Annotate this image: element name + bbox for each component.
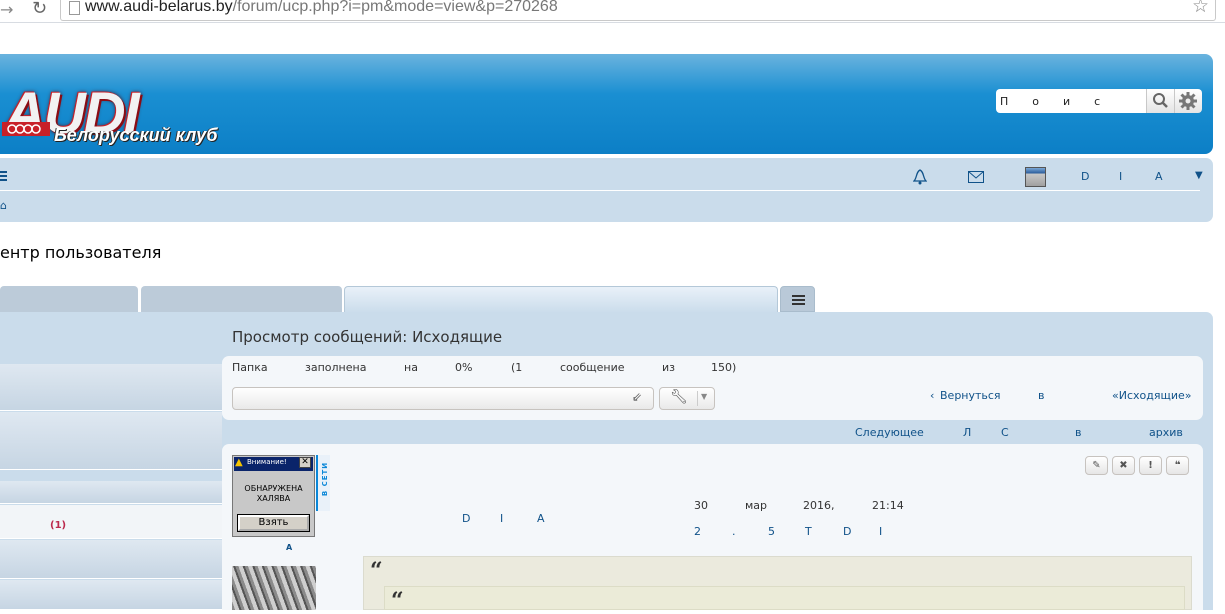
online-indicator: В СЕТИ xyxy=(316,455,330,511)
mark-select[interactable]: ⇙ xyxy=(232,387,654,410)
close-icon: ✕ xyxy=(299,457,311,468)
logo-subtitle: Белорусский клуб xyxy=(54,125,218,145)
url-path: /forum/ucp.php?i=pm&mode=view&p=270268 xyxy=(232,0,558,15)
folder-status-word: сообщение xyxy=(560,361,625,374)
tools-dropdown-button[interactable]: 🔧︎ ▼ xyxy=(659,387,715,410)
warning-icon: ▲ xyxy=(235,457,243,468)
tab[interactable] xyxy=(141,286,342,312)
car-word: T xyxy=(805,525,812,538)
back-link-word[interactable]: «Исходящие» xyxy=(1112,389,1191,402)
caret-down-icon: ▼ xyxy=(701,392,708,401)
edit-button[interactable]: ✎ xyxy=(1085,456,1108,475)
car-word: 5 xyxy=(768,525,775,538)
author-letter[interactable]: A xyxy=(537,512,545,525)
gear-icon xyxy=(1179,92,1197,110)
sidebar-item[interactable] xyxy=(0,580,222,610)
popup-title: Внимание! xyxy=(247,458,287,466)
navbar-divider xyxy=(0,190,1200,191)
page-title: ентр пользователя xyxy=(0,243,162,262)
popup-button: Взять xyxy=(237,514,310,532)
car-word: D xyxy=(843,525,852,538)
next-link-word[interactable]: в xyxy=(1075,426,1081,439)
folder-status-word: заполнена xyxy=(305,361,367,374)
delete-button[interactable]: ✖ xyxy=(1112,456,1135,475)
url-host: www.audi-belarus.by xyxy=(85,0,233,15)
popup-message: ОБНАРУЖЕНА ХАЛЯВА xyxy=(233,484,314,504)
report-button[interactable]: ! xyxy=(1139,456,1162,475)
folder-status-word: (1 xyxy=(511,361,523,374)
search-button[interactable] xyxy=(1146,89,1174,113)
reload-icon[interactable]: ↻ xyxy=(32,0,47,19)
post-date-word: 30 xyxy=(694,499,708,512)
chevron-down-icon[interactable]: ▼ xyxy=(1195,170,1203,181)
back-arrow-icon[interactable]: → xyxy=(0,0,13,19)
author-letter[interactable]: D xyxy=(462,512,470,525)
browser-toolbar: → ↻ www.audi-belarus.by/forum/ucp.php?i=… xyxy=(0,0,1225,23)
folder-status-word: на xyxy=(404,361,418,374)
sidebar-item[interactable] xyxy=(0,540,222,579)
folder-status-word: Папка xyxy=(232,361,268,374)
search-box xyxy=(996,89,1202,113)
sidebar-item[interactable] xyxy=(0,364,222,411)
folder-status-word: 0% xyxy=(455,361,473,374)
popup-message-line: ОБНАРУЖЕНА xyxy=(244,484,303,493)
profile-photo xyxy=(232,566,316,610)
unread-badge: (1) xyxy=(50,520,67,531)
search-icon xyxy=(1153,93,1168,108)
address-bar[interactable]: www.audi-belarus.by/forum/ucp.php?i=pm&m… xyxy=(60,0,1216,21)
user-avatar-small[interactable] xyxy=(1025,167,1046,187)
car-word: I xyxy=(879,525,883,538)
post-date-word: 21:14 xyxy=(872,499,904,512)
online-label: В СЕТИ xyxy=(321,461,330,497)
arrow-down-left-icon: ⇙ xyxy=(632,390,643,404)
profile-name[interactable]: A xyxy=(286,543,292,552)
post-date-word: мар xyxy=(745,499,768,512)
home-icon[interactable]: ⌂ xyxy=(0,199,7,212)
profile-avatar[interactable]: ▲ Внимание! ✕ ОБНАРУЖЕНА ХАЛЯВА Взять xyxy=(232,455,315,537)
back-link-word[interactable]: в xyxy=(1038,389,1044,402)
tab-active[interactable] xyxy=(344,286,778,313)
search-input[interactable] xyxy=(996,89,1146,113)
next-link-word[interactable]: архив xyxy=(1149,426,1183,439)
advanced-search-button[interactable] xyxy=(1174,89,1202,113)
quote-button[interactable]: ❝ xyxy=(1166,456,1189,475)
username-letter[interactable]: A xyxy=(1155,170,1163,183)
sidebar-item[interactable] xyxy=(0,481,222,504)
quote-mark-icon: “ xyxy=(370,558,383,584)
author-letter[interactable]: I xyxy=(500,512,503,525)
url-text: www.audi-belarus.by/forum/ucp.php?i=pm&m… xyxy=(85,0,558,16)
next-link-word[interactable]: Следующее xyxy=(855,426,924,439)
folder-status-word: 150) xyxy=(711,361,737,374)
popup-message-line: ХАЛЯВА xyxy=(256,494,291,503)
post-date-word: 2016, xyxy=(803,499,835,512)
back-link-word[interactable]: Вернуться xyxy=(940,389,1001,402)
next-link-word[interactable]: С xyxy=(1001,426,1009,439)
car-word: 2 xyxy=(694,525,701,538)
sidebar-item[interactable] xyxy=(0,412,222,470)
chevron-left-icon[interactable]: ‹ xyxy=(930,389,934,402)
wrench-icon: 🔧︎ xyxy=(670,389,688,405)
username-letter[interactable]: I xyxy=(1119,170,1122,183)
next-link-word[interactable]: Л xyxy=(963,426,971,439)
quote-mark-icon: “ xyxy=(391,588,404,614)
bookmark-star-icon[interactable]: ☆ xyxy=(1192,0,1209,17)
section-title: Просмотр сообщений: Исходящие xyxy=(232,328,503,346)
car-word: . xyxy=(732,525,736,538)
page-icon xyxy=(69,1,80,15)
sidebar-item-active[interactable] xyxy=(0,505,222,539)
folder-status-word: из xyxy=(662,361,675,374)
username-letter[interactable]: D xyxy=(1081,170,1089,183)
quick-links-icon[interactable] xyxy=(0,171,8,183)
tab[interactable] xyxy=(0,286,138,312)
site-logo[interactable]: AUDI Белорусский клуб xyxy=(0,70,260,150)
nested-blockquote xyxy=(384,586,1185,610)
bell-icon[interactable] xyxy=(913,169,927,185)
rings-icon xyxy=(2,122,50,136)
envelope-icon[interactable] xyxy=(968,171,984,183)
tabs-menu-button[interactable] xyxy=(780,286,815,312)
